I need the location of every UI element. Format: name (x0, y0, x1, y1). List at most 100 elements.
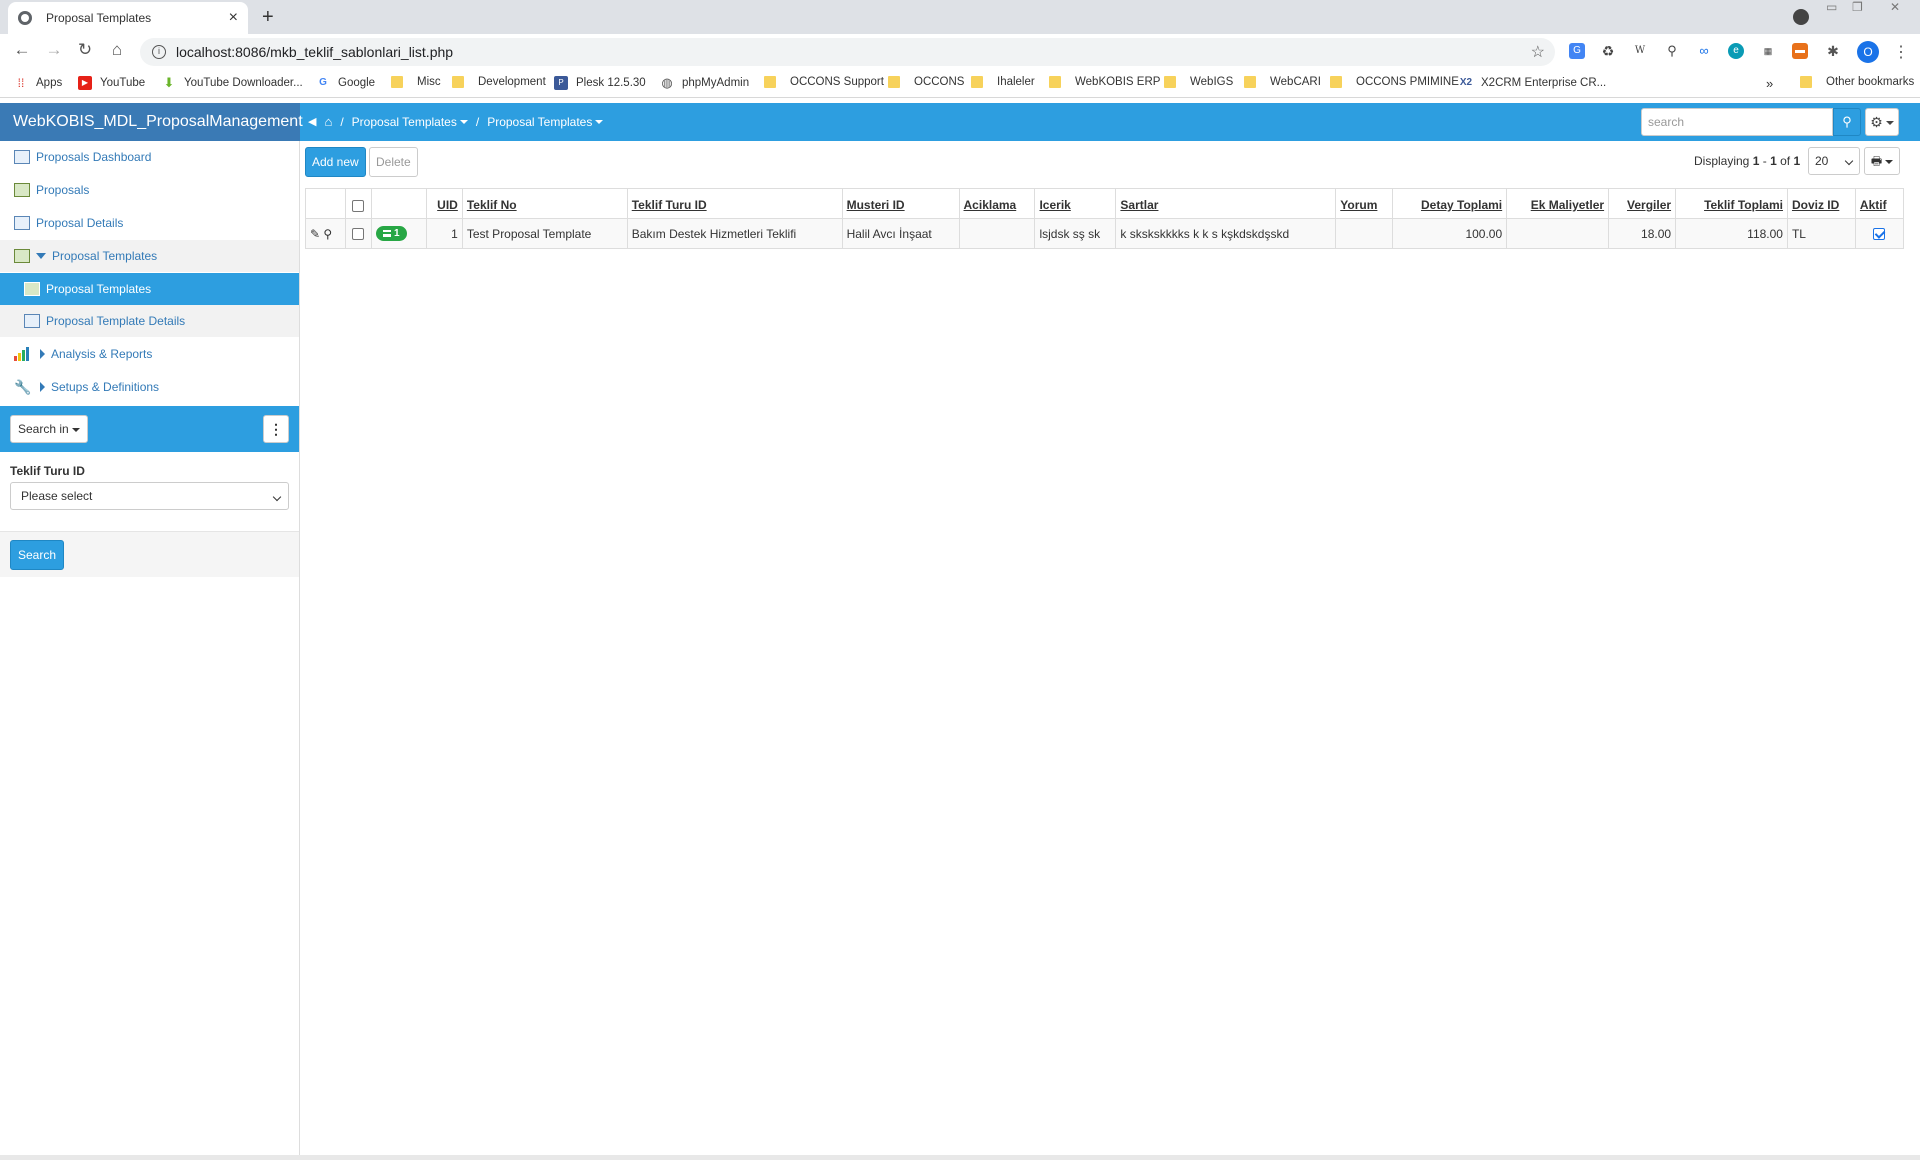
translate-extension-icon[interactable]: G (1569, 43, 1585, 59)
table-row: ✎ ⚲ 1 1 Test Proposal Template Bakım Des… (305, 218, 1905, 249)
minimize-icon[interactable]: ▭ (1826, 0, 1837, 14)
forward-icon[interactable]: → (43, 40, 65, 60)
tab-close-icon[interactable]: × (229, 9, 238, 27)
recycle-extension-icon[interactable]: ♻ (1600, 43, 1616, 59)
detail-count-badge[interactable]: 1 (375, 226, 407, 241)
bookmark-folder-webcari[interactable]: WebCARI (1244, 76, 1321, 88)
bookmark-folder-webigs[interactable]: WebIGS (1164, 76, 1233, 88)
header-vergiler[interactable]: Vergiler (1608, 188, 1677, 219)
bookmark-google[interactable]: G Google (316, 76, 375, 90)
bookmark-other[interactable]: Other bookmarks (1800, 76, 1914, 88)
search-button[interactable]: Search (10, 540, 65, 570)
bookmark-folder-misc[interactable]: Misc (391, 76, 441, 88)
search-in-dropdown[interactable]: Search in (10, 415, 88, 443)
row-select-cell (344, 218, 372, 249)
tab-title: Proposal Templates (46, 11, 152, 25)
reload-icon[interactable]: ↻ (74, 40, 96, 60)
caret-down-icon (36, 253, 46, 259)
row-checkbox[interactable] (352, 228, 365, 241)
add-new-button[interactable]: Add new (305, 147, 366, 177)
circle-extension-icon[interactable]: e (1728, 43, 1744, 59)
bookmark-folder-development[interactable]: Development (452, 76, 546, 88)
breadcrumb-item-2[interactable]: Proposal Templates (487, 115, 604, 129)
bookmark-folder-ihaleler[interactable]: Ihaleler (971, 76, 1035, 88)
sidebar-item-proposal-templates[interactable]: Proposal Templates (0, 273, 299, 305)
bookmark-label: Other bookmarks (1826, 76, 1915, 88)
close-window-icon[interactable]: ✕ (1890, 0, 1900, 14)
extensions-puzzle-icon[interactable]: ✱ (1825, 43, 1841, 59)
breadcrumb: ◀ ⌂ / Proposal Templates / Proposal Temp… (308, 114, 604, 129)
header-aciklama[interactable]: Aciklama (958, 188, 1036, 219)
collapse-sidebar-icon[interactable]: ◀ (308, 115, 316, 128)
sidebar-group-proposal-templates[interactable]: Proposal Templates (0, 240, 299, 272)
header-teklif-no[interactable]: Teklif No (461, 188, 628, 219)
bookmark-apps[interactable]: ⁞⁞ Apps (14, 76, 63, 90)
header-teklif-turu-id[interactable]: Teklif Turu ID (626, 188, 843, 219)
bookmark-star-icon[interactable]: ☆ (1531, 42, 1545, 62)
home-icon[interactable]: ⌂ (324, 114, 332, 129)
breadcrumb-item-1[interactable]: Proposal Templates (352, 115, 468, 129)
more-bookmarks-chevron[interactable]: » (1766, 76, 1773, 91)
location-extension-icon[interactable]: ⚲ (1664, 43, 1680, 59)
bookmark-folder-occons[interactable]: OCCONS (888, 76, 964, 88)
sidebar-item-proposals-dashboard[interactable]: Proposals Dashboard (0, 141, 299, 173)
profile-avatar[interactable]: O (1857, 41, 1879, 63)
wikipedia-extension-icon[interactable]: W (1632, 43, 1648, 59)
header-uid[interactable]: UID (425, 188, 463, 219)
sidebar-item-setups-definitions[interactable]: 🔧 Setups & Definitions (0, 371, 299, 403)
search-icon[interactable]: ⚲ (1833, 108, 1861, 136)
sidebar-item-label: Proposal Template Details (46, 314, 186, 328)
top-search-input[interactable]: search (1641, 108, 1833, 136)
edit-pencil-icon[interactable]: ✎ (310, 227, 320, 241)
header-ek-maliyetler[interactable]: Ek Maliyetler (1506, 188, 1610, 219)
grid-extension-icon[interactable]: ▦ (1760, 43, 1776, 59)
bookmark-youtube[interactable]: ▶ YouTube (78, 76, 145, 90)
sidebar-item-proposal-template-details[interactable]: Proposal Template Details (0, 305, 299, 337)
view-magnifier-icon[interactable]: ⚲ (323, 227, 332, 241)
header-musteri-id[interactable]: Musteri ID (841, 188, 960, 219)
header-sartlar[interactable]: Sartlar (1115, 188, 1337, 219)
sidebar-item-proposal-details[interactable]: Proposal Details (0, 207, 299, 239)
more-options-icon[interactable]: ⋮ (263, 415, 289, 443)
restore-icon[interactable]: ❐ (1852, 0, 1863, 14)
page-size-select[interactable]: 20 (1808, 147, 1860, 175)
bookmark-x2crm[interactable]: X2 X2CRM Enterprise CR... (1459, 76, 1606, 90)
address-bar[interactable]: i localhost:8086/mkb_teklif_sablonlari_l… (140, 38, 1555, 66)
sidebar-item-proposals[interactable]: Proposals (0, 174, 299, 206)
header-doviz-id[interactable]: Doviz ID (1786, 188, 1856, 219)
bookmark-phpmyadmin[interactable]: ◍ phpMyAdmin (660, 76, 749, 90)
orange-extension-icon[interactable]: ▬ (1792, 43, 1808, 59)
sidebar-item-analysis-reports[interactable]: Analysis & Reports (0, 338, 299, 370)
sidebar-item-label: Proposal Templates (52, 249, 158, 263)
teklif-turu-select[interactable]: Please select (10, 482, 289, 510)
bookmark-folder-occons-pmimine[interactable]: OCCONS PMIMINE (1330, 76, 1459, 88)
home-icon[interactable]: ⌂ (106, 40, 128, 60)
bookmark-youtube-downloader[interactable]: ⬇ YouTube Downloader... (162, 76, 303, 90)
header-aktif[interactable]: Aktif (1854, 188, 1905, 219)
cell-musteri: Halil Avcı İnşaat (841, 218, 960, 249)
header-detay-toplami[interactable]: Detay Toplami (1392, 188, 1508, 219)
back-icon[interactable]: ← (11, 40, 33, 60)
header-teklif-toplami[interactable]: Teklif Toplami (1675, 188, 1788, 219)
bookmark-folder-occons-support[interactable]: OCCONS Support (764, 76, 884, 88)
delete-button[interactable]: Delete (369, 147, 418, 177)
tab-search-icon[interactable] (1793, 9, 1809, 25)
new-tab-icon[interactable]: + (262, 6, 274, 29)
bookmark-label: Google (338, 77, 376, 89)
header-icerik[interactable]: Icerik (1034, 188, 1117, 219)
browser-tab[interactable]: Proposal Templates × (8, 2, 248, 34)
browser-tabbar: Proposal Templates × + ▭ ❐ ✕ (0, 0, 1920, 34)
bookmark-plesk[interactable]: P Plesk 12.5.30 (554, 76, 646, 90)
header-yorum[interactable]: Yorum (1335, 188, 1394, 219)
select-all-checkbox[interactable] (352, 199, 365, 212)
app-brand[interactable]: WebKOBIS_MDL_ProposalManagement (0, 103, 303, 141)
folder-icon (1800, 76, 1812, 88)
sidebar-item-label: Analysis & Reports (51, 347, 153, 361)
bookmark-folder-webkobis-erp[interactable]: WebKOBIS ERP (1049, 76, 1160, 88)
link-extension-icon[interactable]: ∞ (1696, 43, 1712, 59)
settings-button[interactable]: ⚙ (1865, 108, 1899, 136)
folder-icon (1049, 76, 1061, 88)
browser-menu-icon[interactable]: ⋮ (1893, 42, 1909, 62)
export-button[interactable]: 🖶 (1864, 147, 1900, 175)
site-info-icon[interactable]: i (152, 45, 166, 59)
